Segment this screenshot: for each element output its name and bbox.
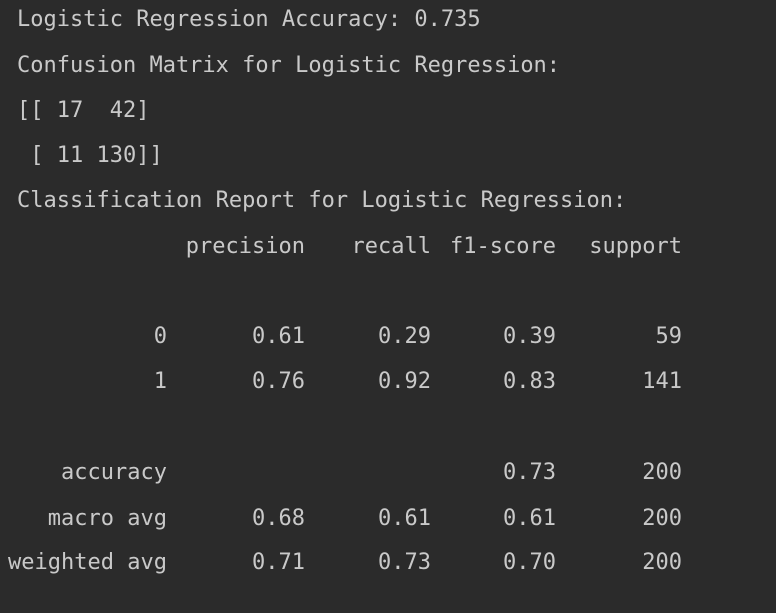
row-f1-score: 0.83 [503,369,556,394]
row-recall: 0.61 [378,506,431,531]
row-support: 141 [642,369,682,394]
row-precision: 0.71 [252,550,305,575]
row-recall: 0.29 [378,324,431,349]
row-recall: 0.92 [378,369,431,394]
row-label: 0 [153,324,167,349]
row-f1-score: 0.61 [503,506,556,531]
row-precision: 0.68 [252,506,305,531]
header-precision: precision [185,234,305,259]
row-f1-score: 0.73 [503,460,556,485]
row-precision: 0.76 [252,369,305,394]
row-f1-score: 0.70 [503,550,556,575]
row-label: macro avg [47,506,167,531]
row-support: 200 [642,550,682,575]
row-label: accuracy [61,460,167,485]
header-support: support [589,234,682,259]
row-recall: 0.73 [378,550,431,575]
matrix-row-1: [[ 17 42] [17,98,150,123]
row-f1-score: 0.39 [503,324,556,349]
accuracy-line: Logistic Regression Accuracy: 0.735 [17,7,481,32]
report-title: Classification Report for Logistic Regre… [17,188,627,213]
row-support: 200 [642,506,682,531]
row-label: 1 [153,369,167,394]
confusion-matrix-title: Confusion Matrix for Logistic Regression… [17,53,561,78]
row-support: 59 [655,324,683,349]
header-f1-score: f1-score [450,234,556,259]
row-support: 200 [642,460,682,485]
matrix-row-2: [ 11 130]] [17,143,163,168]
console-output: Logistic Regression Accuracy: 0.735 Conf… [0,0,776,613]
row-label: weighted avg [8,550,167,575]
row-precision: 0.61 [252,324,305,349]
header-recall: recall [351,234,431,259]
